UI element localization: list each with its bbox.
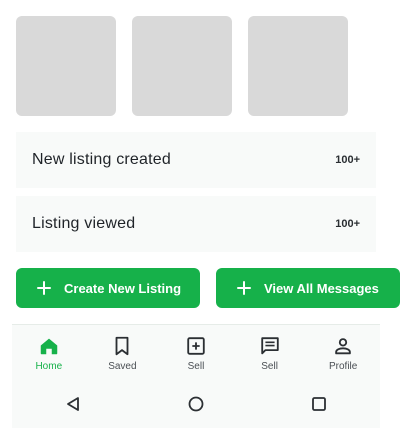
nav-label-profile: Profile: [328, 361, 358, 372]
view-all-messages-label: View All Messages: [264, 280, 379, 296]
listing-thumbnail[interactable]: [16, 16, 116, 116]
view-all-messages-button[interactable]: View All Messages: [216, 268, 400, 308]
nav-label-messages: Sell: [261, 361, 278, 372]
back-icon[interactable]: [61, 392, 85, 416]
create-new-listing-button[interactable]: Create New Listing: [16, 268, 200, 308]
stat-row-new-listing[interactable]: New listing created 100+: [16, 132, 376, 188]
create-new-listing-label: Create New Listing: [64, 280, 182, 296]
plus-icon: [36, 280, 52, 296]
message-icon: [259, 335, 281, 357]
bookmark-icon: [111, 335, 133, 357]
nav-item-sell[interactable]: Sell: [159, 325, 233, 380]
stat-row-listing-viewed[interactable]: Listing viewed 100+: [16, 196, 376, 252]
home-circle-icon[interactable]: [184, 392, 208, 416]
bottom-navigation: Home Saved Sell Sell Profile: [12, 324, 380, 380]
nav-item-home[interactable]: Home: [12, 325, 86, 380]
nav-item-profile[interactable]: Profile: [306, 325, 380, 380]
nav-label-home: Home: [35, 361, 63, 372]
nav-item-saved[interactable]: Saved: [86, 325, 160, 380]
stat-label: Listing viewed: [32, 215, 136, 232]
add-box-icon: [185, 335, 207, 357]
system-navigation-bar: [12, 380, 380, 428]
recents-icon[interactable]: [307, 392, 331, 416]
nav-item-messages[interactable]: Sell: [233, 325, 307, 380]
listing-thumbnail[interactable]: [248, 16, 348, 116]
stat-count: 100+: [335, 218, 360, 230]
stat-count: 100+: [335, 154, 360, 166]
home-icon: [38, 335, 60, 357]
thumbnail-strip: [16, 16, 348, 116]
listing-thumbnail[interactable]: [132, 16, 232, 116]
plus-icon: [236, 280, 252, 296]
stat-label: New listing created: [32, 151, 171, 168]
nav-label-saved: Saved: [108, 361, 137, 372]
person-icon: [332, 335, 354, 357]
nav-label-sell: Sell: [187, 361, 205, 372]
